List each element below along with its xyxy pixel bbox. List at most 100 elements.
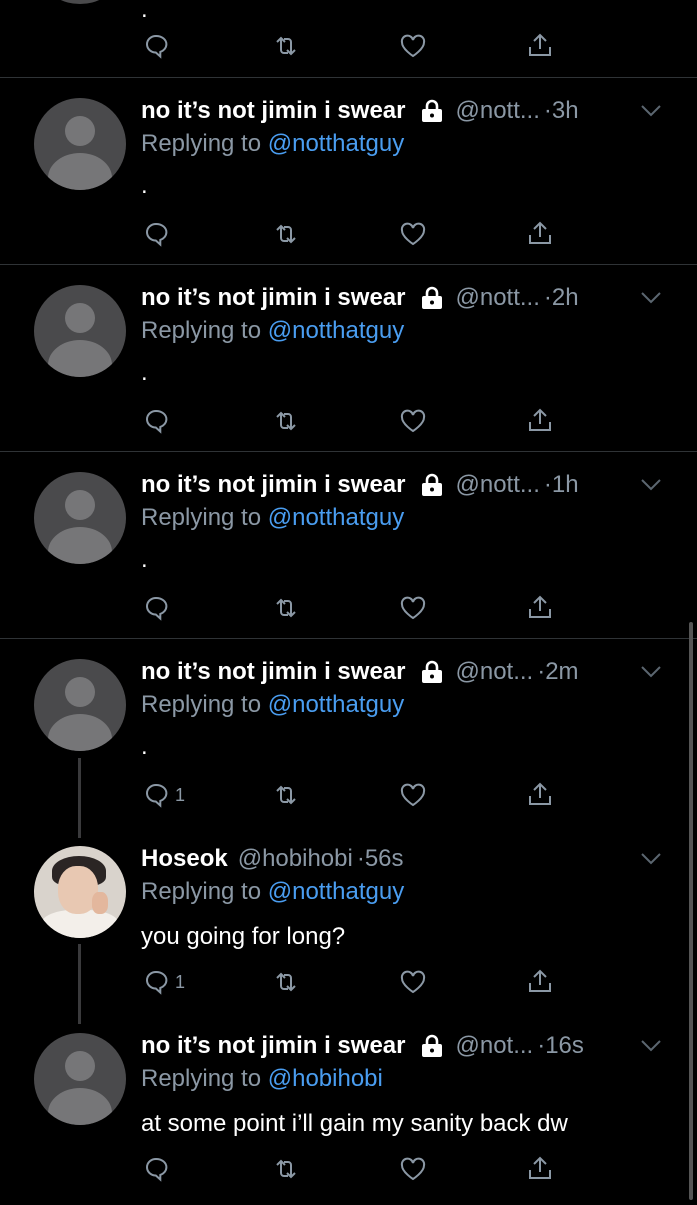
avatar[interactable]: [34, 472, 126, 564]
replying-to-link[interactable]: @notthatguy: [268, 130, 404, 157]
tweet[interactable]: Hoseok @hobihobi ·56s Replying to @notth…: [0, 838, 697, 1018]
tweet-header: no it’s not jimin i swear @not... ·16s: [141, 1029, 584, 1063]
tweet-header: no it’s not jimin i swear @nott... ·3h: [141, 94, 579, 128]
user-handle[interactable]: @not...: [455, 1032, 533, 1060]
tweet-text: .: [141, 733, 148, 760]
share-icon[interactable]: [526, 781, 556, 811]
thread-line: [78, 758, 81, 838]
retweet-icon[interactable]: [272, 32, 302, 62]
timestamp[interactable]: ·3h: [544, 97, 579, 125]
like-icon[interactable]: [399, 1155, 429, 1185]
avatar[interactable]: [34, 285, 126, 377]
avatar[interactable]: [34, 98, 126, 190]
user-handle[interactable]: @nott...: [455, 471, 539, 499]
replying-to-link[interactable]: @notthatguy: [268, 691, 404, 718]
like-icon[interactable]: [399, 781, 429, 811]
action-bar: [0, 594, 697, 626]
action-bar: [0, 32, 697, 64]
reply-icon[interactable]: [143, 32, 173, 62]
user-handle[interactable]: @nott...: [455, 97, 539, 125]
replying-prefix: Replying to: [141, 1065, 268, 1092]
reply-icon[interactable]: [143, 220, 173, 250]
display-name[interactable]: no it’s not jimin i swear: [141, 97, 405, 125]
tweet[interactable]: no it’s not jimin i swear @nott... ·3h R…: [0, 90, 697, 270]
divider: [0, 638, 697, 639]
retweet-icon[interactable]: [272, 781, 302, 811]
chevron-down-icon[interactable]: [640, 478, 662, 492]
user-handle[interactable]: @not...: [455, 658, 533, 686]
avatar[interactable]: [34, 846, 126, 938]
tweet-header: no it’s not jimin i swear @nott... ·1h: [141, 468, 579, 502]
share-icon[interactable]: [526, 32, 556, 62]
action-bar: [0, 407, 697, 439]
thread-line: [78, 944, 81, 1024]
like-icon[interactable]: [399, 407, 429, 437]
chevron-down-icon[interactable]: [640, 852, 662, 866]
replying-to-link[interactable]: @hobihobi: [268, 1065, 383, 1092]
retweet-icon[interactable]: [272, 968, 302, 998]
lock-icon: [419, 1034, 445, 1058]
avatar[interactable]: [34, 1033, 126, 1125]
replying-to-link[interactable]: @notthatguy: [268, 317, 404, 344]
timestamp[interactable]: ·1h: [544, 471, 579, 499]
chevron-down-icon[interactable]: [640, 665, 662, 679]
replying-to: Replying to @notthatguy: [141, 878, 404, 906]
share-icon[interactable]: [526, 968, 556, 998]
retweet-icon[interactable]: [272, 220, 302, 250]
avatar[interactable]: [34, 659, 126, 751]
tweet-header: no it’s not jimin i swear @nott... ·2h: [141, 281, 579, 315]
share-icon[interactable]: [526, 594, 556, 624]
display-name[interactable]: no it’s not jimin i swear: [141, 658, 405, 686]
timestamp[interactable]: ·16s: [537, 1032, 584, 1060]
replying-prefix: Replying to: [141, 317, 268, 344]
replying-to: Replying to @hobihobi: [141, 1065, 383, 1093]
display-name[interactable]: no it’s not jimin i swear: [141, 1032, 405, 1060]
divider: [0, 451, 697, 452]
divider: [0, 264, 697, 265]
chevron-down-icon[interactable]: [640, 1039, 662, 1053]
reply-count: 1: [175, 972, 186, 992]
tweet-text: at some point i’ll gain my sanity back d…: [141, 1110, 568, 1137]
scrollbar[interactable]: [689, 622, 693, 1200]
replying-prefix: Replying to: [141, 878, 268, 905]
reply-icon[interactable]: [143, 1155, 173, 1185]
reply-icon[interactable]: [143, 594, 173, 624]
reply-icon[interactable]: [143, 968, 173, 998]
like-icon[interactable]: [399, 594, 429, 624]
timestamp[interactable]: ·56s: [357, 845, 404, 873]
lock-icon: [419, 99, 445, 123]
replying-to-link[interactable]: @notthatguy: [268, 878, 404, 905]
share-icon[interactable]: [526, 407, 556, 437]
display-name[interactable]: no it’s not jimin i swear: [141, 284, 405, 312]
reply-icon[interactable]: [143, 407, 173, 437]
replying-to: Replying to @notthatguy: [141, 317, 404, 345]
timestamp[interactable]: ·2m: [537, 658, 578, 686]
reply-icon[interactable]: [143, 781, 173, 811]
timestamp[interactable]: ·2h: [544, 284, 579, 312]
tweet[interactable]: no it’s not jimin i swear @not... ·16s R…: [0, 1025, 697, 1205]
action-bar: 1: [0, 781, 697, 813]
like-icon[interactable]: [399, 32, 429, 62]
retweet-icon[interactable]: [272, 594, 302, 624]
share-icon[interactable]: [526, 220, 556, 250]
retweet-icon[interactable]: [272, 1155, 302, 1185]
tweet-text: you going for long?: [141, 923, 346, 950]
user-handle[interactable]: @hobihobi: [238, 845, 353, 873]
tweet[interactable]: no it’s not jimin i swear @nott... ·1h R…: [0, 464, 697, 644]
display-name[interactable]: Hoseok: [141, 845, 228, 873]
like-icon[interactable]: [399, 220, 429, 250]
user-handle[interactable]: @nott...: [455, 284, 539, 312]
tweet-header: Hoseok @hobihobi ·56s: [141, 842, 404, 876]
chevron-down-icon[interactable]: [640, 291, 662, 305]
tweet[interactable]: no it’s not jimin i swear @not... ·2m Re…: [0, 651, 697, 831]
tweet-text: .: [141, 359, 148, 386]
replying-to-link[interactable]: @notthatguy: [268, 504, 404, 531]
action-bar: [0, 220, 697, 252]
like-icon[interactable]: [399, 968, 429, 998]
tweet[interactable]: no it’s not jimin i swear @nott... ·2h R…: [0, 277, 697, 457]
chevron-down-icon[interactable]: [640, 104, 662, 118]
retweet-icon[interactable]: [272, 407, 302, 437]
avatar-partial: [48, 0, 112, 4]
share-icon[interactable]: [526, 1155, 556, 1185]
display-name[interactable]: no it’s not jimin i swear: [141, 471, 405, 499]
